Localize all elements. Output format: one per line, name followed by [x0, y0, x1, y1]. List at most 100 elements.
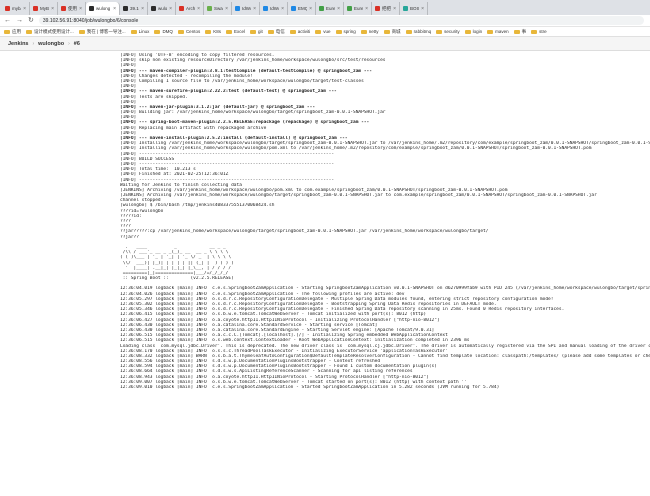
back-arrow-icon[interactable]: ← [4, 17, 11, 24]
bookmark-item[interactable]: 我在 | 博客一导注... [78, 28, 126, 35]
bookmark-item[interactable]: 电信 [267, 29, 285, 35]
bookmark-item[interactable]: activiti [289, 29, 311, 34]
bookmark-label: 事 [521, 28, 527, 34]
browser-tab[interactable]: wulong× [148, 2, 176, 15]
tab-label: BOSS直 [410, 5, 419, 11]
browser-tab[interactable]: Archive× [176, 2, 204, 15]
tab-close-icon[interactable]: × [113, 6, 116, 12]
bookmark-item[interactable]: rabbitmq [405, 29, 431, 34]
tab-close-icon[interactable]: × [309, 6, 312, 12]
folder-icon [335, 29, 342, 34]
browser-tab[interactable]: 使用Mi× [58, 2, 86, 15]
tab-favicon-icon [179, 6, 184, 11]
browser-tab[interactable]: Eureka× [316, 2, 344, 15]
tab-favicon-icon [33, 6, 38, 11]
bookmark-item[interactable]: Centos [177, 29, 201, 34]
tab-label: EMQ X [298, 6, 307, 11]
browser-tab[interactable]: Swagg× [204, 2, 232, 15]
console-output: [INFO] Using 'UTF-8' encoding to copy fi… [120, 51, 650, 496]
tab-close-icon[interactable]: × [393, 6, 396, 12]
bookmark-label: netty [368, 29, 379, 34]
tab-close-icon[interactable]: × [281, 6, 284, 12]
breadcrumb-job[interactable]: wulongbo [38, 41, 64, 47]
folder-icon [177, 29, 184, 34]
bookmark-item[interactable]: Excel [225, 29, 245, 34]
tab-label: mybati [12, 6, 21, 11]
bookmark-label: activiti [297, 29, 311, 34]
bookmark-label: Centos [185, 29, 201, 34]
browser-tab[interactable]: mybati× [2, 2, 30, 15]
tab-close-icon[interactable]: × [421, 6, 424, 12]
bookmark-label: 我在 | 博客一导注... [86, 28, 126, 34]
bookmark-item[interactable]: 事 [513, 28, 527, 35]
browser-tab[interactable]: wulong× [86, 2, 120, 15]
folder-icon [436, 29, 443, 34]
bookmark-item[interactable]: security [436, 29, 460, 34]
breadcrumb-separator-icon: › [32, 40, 35, 47]
browser-tab[interactable]: 39.102× [120, 2, 148, 15]
bookmark-item[interactable]: stre [531, 29, 547, 34]
tab-favicon-icon [347, 6, 352, 11]
browser-tab[interactable]: IdWork× [260, 2, 288, 15]
tab-favicon-icon [5, 6, 10, 11]
browser-tab[interactable]: BOSS直× [400, 2, 428, 15]
bookmark-item[interactable]: git [249, 29, 263, 34]
browser-tab[interactable]: Eureka× [344, 2, 372, 15]
bookmark-item[interactable]: Linux [130, 29, 150, 34]
tab-close-icon[interactable]: × [365, 6, 368, 12]
folder-icon [289, 29, 296, 34]
bookmark-label: DMQ [162, 29, 173, 34]
address-bar[interactable]: 39.102.56.91:8040/job/wulongbo/6/console [38, 16, 644, 25]
folder-icon [405, 29, 412, 34]
folder-icon [225, 29, 232, 34]
folder-icon [154, 29, 161, 34]
bookmark-item[interactable]: maven [487, 29, 509, 34]
reload-icon[interactable]: ↻ [28, 17, 34, 24]
bookmark-label: Linux [138, 29, 150, 34]
forward-arrow-icon[interactable]: → [16, 17, 23, 24]
tab-close-icon[interactable]: × [169, 6, 172, 12]
tab-favicon-icon [207, 6, 212, 11]
tab-close-icon[interactable]: × [197, 6, 200, 12]
browser-tab[interactable]: EMQ X× [288, 2, 316, 15]
tab-label: IdWork [270, 6, 279, 11]
bookmark-item[interactable]: 设计模式使用设计... [26, 29, 74, 35]
bookmark-label: 设计模式使用设计... [34, 28, 74, 34]
tab-label: IdWork [242, 6, 251, 11]
bookmark-item[interactable]: vue [315, 29, 331, 34]
address-bar-url: 39.102.56.91:8040/job/wulongbo/6/console [42, 17, 139, 24]
folder-icon [360, 29, 367, 34]
tab-label: Archive [186, 6, 196, 11]
browser-tab[interactable]: MyBati× [30, 2, 58, 15]
tab-favicon-icon [291, 6, 296, 11]
tab-close-icon[interactable]: × [51, 6, 54, 12]
bookmark-item[interactable]: DMQ [154, 29, 173, 34]
bookmark-item[interactable]: spring [335, 29, 356, 34]
bookmark-item[interactable]: K8s [205, 29, 221, 34]
bookmark-label: security [444, 29, 460, 34]
bookmark-item[interactable]: 商城 [383, 28, 401, 35]
tab-close-icon[interactable]: × [253, 6, 256, 12]
breadcrumb-build[interactable]: #6 [74, 41, 80, 47]
tab-favicon-icon [263, 6, 268, 11]
tab-close-icon[interactable]: × [79, 6, 82, 12]
browser-tab[interactable]: 把把整× [372, 2, 400, 15]
bookmark-item[interactable]: netty [360, 29, 379, 34]
breadcrumb-jenkins[interactable]: Jenkins [8, 41, 28, 47]
bookmark-label: Excel [233, 29, 245, 34]
bookmark-label: K8s [213, 29, 221, 34]
browser-tab[interactable]: IdWork× [232, 2, 260, 15]
bookmark-item[interactable]: login [464, 29, 482, 34]
tab-close-icon[interactable]: × [337, 6, 340, 12]
tab-label: wulong [96, 6, 111, 11]
console-line: 12:36:04.019 logback [main] INFO c.e.s.S… [120, 286, 650, 292]
bookmark-label: stre [539, 29, 547, 34]
tab-close-icon[interactable]: × [23, 6, 26, 12]
folder-icon [464, 29, 471, 34]
tab-close-icon[interactable]: × [141, 6, 144, 12]
bookmark-item[interactable]: 应用 [4, 29, 21, 35]
tab-close-icon[interactable]: × [225, 6, 228, 12]
bookmark-label: 商城 [391, 28, 401, 34]
folder-icon [249, 29, 256, 34]
folder-icon [513, 29, 520, 34]
